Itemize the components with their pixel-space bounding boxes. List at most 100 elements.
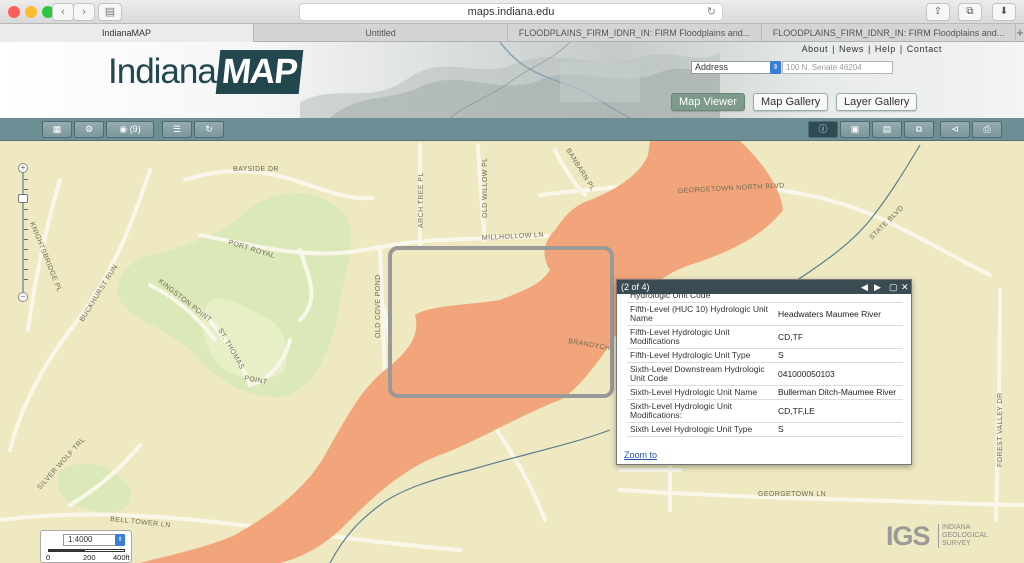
zoom-tick [24, 189, 28, 190]
tabs-overview-icon[interactable]: ⧉ [958, 3, 982, 21]
terrain-relief-image [300, 42, 720, 118]
tab-floodplains-2[interactable]: FLOODPLAINS_FIRM_IDNR_IN: FIRM Floodplai… [762, 24, 1016, 42]
attribute-row: Fifth-Level Hydrologic Unit Modification… [627, 326, 903, 349]
attribute-value: Headwaters Maumee River [778, 308, 881, 319]
tab-floodplains-1[interactable]: FLOODPLAINS_FIRM_IDNR_IN: FIRM Floodplai… [508, 24, 762, 42]
sidebar-toggle-icon[interactable]: ▤ [98, 3, 122, 21]
zoom-tick [24, 259, 28, 260]
layers-count: (9) [129, 124, 141, 134]
attribute-row: Fifth-Level Hydrologic Unit Type S [627, 349, 903, 363]
scale-label: 400ft [113, 553, 130, 562]
zoom-tick [24, 209, 28, 210]
tools-icon[interactable]: ⚙ [74, 121, 104, 138]
reload-icon[interactable]: ↻ [707, 4, 716, 20]
browser-toolbar: ‹ › ▤ maps.indiana.edu ↻ ⇧ ⧉ ⬇ [0, 0, 1024, 24]
igs-logo: IGS INDIANA GEOLOGICAL SURVEY [886, 520, 988, 556]
link-separator: | [832, 44, 836, 54]
attribute-key: Fifth-Level (HUC 10) Hydrologic Unit Nam… [630, 304, 768, 323]
street-label: OLD COVE POND [375, 274, 382, 338]
minimize-window-icon[interactable] [25, 6, 37, 18]
close-icon[interactable]: ✕ [901, 280, 909, 294]
zoom-handle[interactable] [18, 194, 28, 203]
zoom-track [22, 169, 24, 295]
attribute-value: 041000050103 [778, 368, 835, 379]
next-feature-icon[interactable]: ▶ [874, 280, 881, 294]
search-input[interactable]: 100 N. Senate 46204 [782, 61, 893, 74]
close-window-icon[interactable] [8, 6, 20, 18]
attribute-key: Sixth-Level Hydrologic Unit Modification… [630, 401, 733, 420]
header-links: About | News | Help | Contact [800, 44, 944, 54]
street-label: FOREST VALLEY DR [997, 393, 1004, 467]
attribute-key: Sixth-Level Downstream Hydrologic Unit C… [630, 364, 765, 383]
attribute-value: CD,TF,LE [778, 405, 815, 416]
street-label: ARCH TREE PL [418, 172, 425, 228]
zoom-tick [24, 219, 28, 220]
news-link[interactable]: News [837, 44, 866, 54]
igs-logo-mark: IGS [886, 521, 931, 551]
street-label: BANBARN PL [564, 147, 596, 192]
scale-select[interactable]: 1:4000 ⇕ [63, 534, 125, 546]
stream-line [789, 144, 921, 286]
back-button[interactable]: ‹ [52, 3, 74, 21]
street-label: OLD WILLOW PL [482, 158, 489, 218]
street-label: STATE BLVD [868, 204, 905, 241]
attribute-row: Sixth-Level Hydrologic Unit Modification… [627, 400, 903, 423]
url-text: maps.indiana.edu [467, 6, 555, 18]
overview-map-icon[interactable]: ▤ [872, 121, 902, 138]
attribute-value: CD,TF [778, 331, 804, 342]
layer-gallery-button[interactable]: Layer Gallery [836, 93, 918, 111]
tab-bar: IndianaMAP Untitled FLOODPLAINS_FIRM_IDN… [0, 24, 1024, 42]
share-icon[interactable]: ⇧ [926, 3, 950, 21]
new-tab-icon[interactable]: + [1016, 24, 1024, 41]
attribute-row: Fifth-Level (HUC 10) Hydrologic Unit Nam… [627, 303, 903, 326]
indianamap-logo[interactable]: Indiana MAP [108, 50, 303, 94]
attribute-row: Hydrologic Unit Code [627, 294, 903, 303]
zoom-slider[interactable]: + − [17, 163, 29, 302]
scale-bar-segment [48, 549, 84, 552]
identify-info-icon[interactable]: ⓘ [808, 121, 838, 138]
zoom-to-link[interactable]: Zoom to [624, 450, 657, 460]
help-link[interactable]: Help [873, 44, 898, 54]
igs-logo-line: GEOLOGICAL [942, 532, 988, 539]
legend-list-icon[interactable]: ☰ [162, 121, 192, 138]
layers-button[interactable]: ◉ (9) [106, 121, 154, 138]
refresh-icon[interactable]: ↻ [194, 121, 224, 138]
attribute-key: Hydrologic Unit Code [630, 294, 711, 300]
select-arrow-icon: ⇕ [770, 61, 781, 74]
downloads-icon[interactable]: ⬇ [992, 3, 1016, 21]
street-label: BAYSIDE DR [233, 166, 279, 173]
zoom-in-icon[interactable]: + [18, 163, 28, 173]
attribute-value: S [778, 350, 784, 360]
zoom-tick [24, 229, 28, 230]
map-viewer-button[interactable]: Map Viewer [671, 93, 745, 111]
attribute-key: Fifth-Level Hydrologic Unit Modification… [630, 327, 730, 346]
attribute-value [775, 294, 903, 302]
zoom-out-icon[interactable]: − [18, 292, 28, 302]
print-icon[interactable]: ⎙ [972, 121, 1002, 138]
image-icon[interactable]: ▣ [840, 121, 870, 138]
address-bar[interactable]: maps.indiana.edu ↻ [299, 3, 723, 21]
igs-logo-text: INDIANA GEOLOGICAL SURVEY [938, 524, 988, 548]
popup-attribute-table[interactable]: Hydrologic Unit Code Fifth-Level (HUC 10… [617, 294, 911, 450]
tab-indianamap[interactable]: IndianaMAP [0, 24, 254, 42]
street-label: GEORGETOWN LN [758, 491, 826, 498]
about-link[interactable]: About [800, 44, 831, 54]
attribute-row: Sixth-Level Downstream Hydrologic Unit C… [627, 363, 903, 386]
forward-button[interactable]: › [73, 3, 95, 21]
maximize-icon[interactable]: ▢ [889, 280, 898, 294]
contact-link[interactable]: Contact [905, 44, 944, 54]
previous-feature-icon[interactable]: ◀ [861, 280, 868, 294]
street-label: BUCKHURST RUN [79, 264, 120, 323]
attribute-value: S [778, 424, 784, 434]
search-type-value: Address [695, 62, 729, 72]
zoom-tick [24, 249, 28, 250]
zoom-tick [24, 179, 28, 180]
scale-bar-segment [84, 549, 125, 552]
tab-untitled[interactable]: Untitled [254, 24, 508, 42]
layers-stack-icon[interactable]: ⧉ [904, 121, 934, 138]
search-type-select[interactable]: Address ⇕ [691, 61, 781, 74]
share-link-icon[interactable]: ⊲ [940, 121, 970, 138]
map-gallery-button[interactable]: Map Gallery [753, 93, 829, 111]
basemap-grid-icon[interactable]: ▦ [42, 121, 72, 138]
scale-value: 1:4000 [68, 535, 93, 544]
